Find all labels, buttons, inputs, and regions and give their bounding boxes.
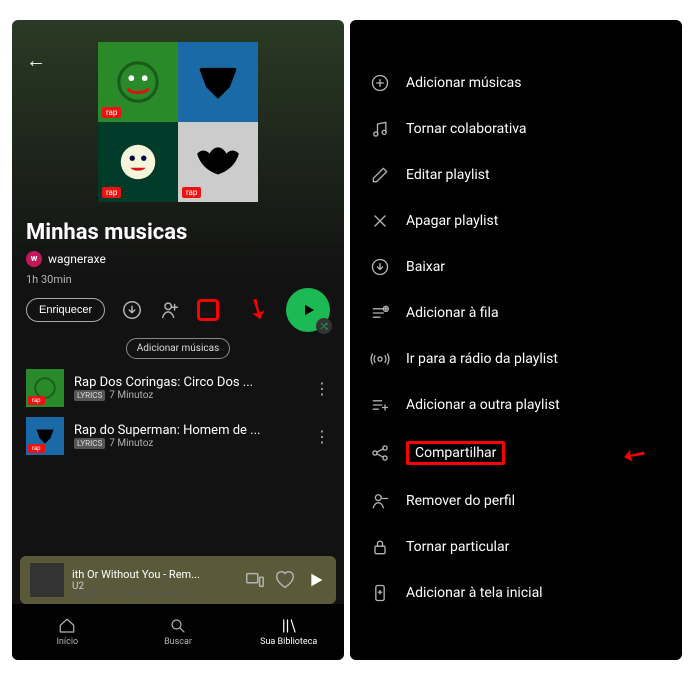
menu-add-to-playlist[interactable]: Adicionar a outra playlist xyxy=(350,382,682,428)
lock-icon xyxy=(370,537,390,557)
rap-tag: rap xyxy=(102,107,121,118)
nav-home[interactable]: Início xyxy=(12,604,123,660)
rap-tag: rap xyxy=(28,444,45,453)
menu-add-to-homescreen[interactable]: Adicionar à tela inicial xyxy=(350,570,682,616)
menu-edit-playlist[interactable]: Editar playlist xyxy=(350,152,682,198)
menu-label: Adicionar à fila xyxy=(406,305,499,321)
music-note-icon xyxy=(370,119,390,139)
download-icon xyxy=(370,257,390,277)
bottom-nav: Rap Do Batman: Cavaleiro ... Início Busc… xyxy=(12,604,344,660)
pencil-icon xyxy=(370,165,390,185)
track-more-icon[interactable]: ⋮ xyxy=(314,379,330,398)
queue-icon xyxy=(370,303,390,323)
nav-search-label: Buscar xyxy=(164,637,192,647)
playlist-screen: ← rap rap rap Minhas musicas w wagneraxe… xyxy=(12,20,344,660)
menu-label: Adicionar à tela inicial xyxy=(406,585,543,601)
menu-label: Ir para a rádio da playlist xyxy=(406,351,558,367)
annotation-arrow: ➘ xyxy=(239,288,276,328)
more-options-button[interactable] xyxy=(197,299,219,321)
add-songs-pill[interactable]: Adicionar músicas xyxy=(126,338,231,359)
track-row[interactable]: rap Rap do Superman: Homem de ... LYRICS… xyxy=(26,417,330,455)
track-artist: 7 Minutoz xyxy=(109,438,153,449)
plus-circle-icon xyxy=(370,73,390,93)
owner-row[interactable]: w wagneraxe xyxy=(26,251,330,267)
lyrics-badge: LYRICS xyxy=(74,390,105,401)
owner-name: wagneraxe xyxy=(48,252,106,266)
menu-make-collaborative[interactable]: Tornar colaborativa xyxy=(350,106,682,152)
menu-add-to-queue[interactable]: Adicionar à fila xyxy=(350,290,682,336)
menu-label: Adicionar a outra playlist xyxy=(406,397,560,413)
radio-icon xyxy=(370,349,390,369)
remove-user-icon xyxy=(370,491,390,511)
menu-make-private[interactable]: Tornar particular xyxy=(350,524,682,570)
back-icon[interactable]: ← xyxy=(26,48,46,73)
menu-label: Apagar playlist xyxy=(406,213,498,229)
playlist-duration: 1h 30min xyxy=(26,273,330,286)
x-icon xyxy=(370,211,390,231)
menu-label: Tornar colaborativa xyxy=(406,121,527,137)
cover-tile-2 xyxy=(178,42,258,122)
enhance-button[interactable]: Enriquecer xyxy=(26,298,105,322)
cover-tile-3: rap xyxy=(98,122,178,202)
now-playing-thumb xyxy=(30,563,64,597)
track-more-icon[interactable]: ⋮ xyxy=(314,427,330,446)
connect-device-icon[interactable] xyxy=(244,569,266,591)
rap-tag: rap xyxy=(182,187,201,198)
track-thumb: rap xyxy=(26,417,64,455)
play-icon[interactable] xyxy=(304,569,326,591)
heart-icon[interactable] xyxy=(274,569,296,591)
nav-home-label: Início xyxy=(56,637,78,647)
add-user-icon[interactable] xyxy=(159,299,181,321)
menu-delete-playlist[interactable]: Apagar playlist xyxy=(350,198,682,244)
download-icon[interactable] xyxy=(121,299,143,321)
nav-search[interactable]: Buscar xyxy=(123,604,234,660)
menu-label: Adicionar músicas xyxy=(406,75,522,91)
add-playlist-icon xyxy=(370,395,390,415)
menu-label: Compartilhar xyxy=(406,441,505,465)
track-title-faded: Rap Do Batman: Cavaleiro ... xyxy=(68,586,206,599)
lyrics-badge: LYRICS xyxy=(74,438,105,449)
menu-go-to-radio[interactable]: Ir para a rádio da playlist xyxy=(350,336,682,382)
menu-label: Tornar particular xyxy=(406,539,509,555)
menu-add-songs[interactable]: Adicionar músicas xyxy=(350,60,682,106)
playlist-title: Minhas musicas xyxy=(26,220,330,245)
cover-tile-1: rap xyxy=(98,42,178,122)
actions-row: Enriquecer xyxy=(26,298,330,322)
menu-download[interactable]: Baixar xyxy=(350,244,682,290)
menu-remove-from-profile[interactable]: Remover do perfil xyxy=(350,478,682,524)
track-row[interactable]: rap Rap Dos Coringas: Circo Dos ... LYRI… xyxy=(26,369,330,407)
share-icon xyxy=(370,443,390,463)
rap-tag: rap xyxy=(102,187,121,198)
menu-label: Remover do perfil xyxy=(406,493,515,509)
cover-tile-4: rap xyxy=(178,122,258,202)
nav-library-label: Sua Biblioteca xyxy=(260,637,317,647)
rap-tag: rap xyxy=(28,396,45,405)
track-title: Rap Dos Coringas: Circo Dos ... xyxy=(74,375,304,390)
owner-avatar: w xyxy=(26,251,42,267)
nav-library[interactable]: Sua Biblioteca xyxy=(233,604,344,660)
menu-label: Editar playlist xyxy=(406,167,490,183)
phone-plus-icon xyxy=(370,583,390,603)
track-artist: 7 Minutoz xyxy=(109,390,153,401)
play-button[interactable] xyxy=(286,288,330,332)
context-menu-screen: Adicionar músicas Tornar colaborativa Ed… xyxy=(350,20,682,660)
shuffle-icon[interactable] xyxy=(316,318,332,334)
menu-label: Baixar xyxy=(406,259,445,275)
playlist-cover: rap rap rap xyxy=(98,42,258,202)
now-playing-title: ith Or Without You - Rem... xyxy=(72,568,236,581)
track-title: Rap do Superman: Homem de ... xyxy=(74,423,304,438)
track-thumb: rap xyxy=(26,369,64,407)
